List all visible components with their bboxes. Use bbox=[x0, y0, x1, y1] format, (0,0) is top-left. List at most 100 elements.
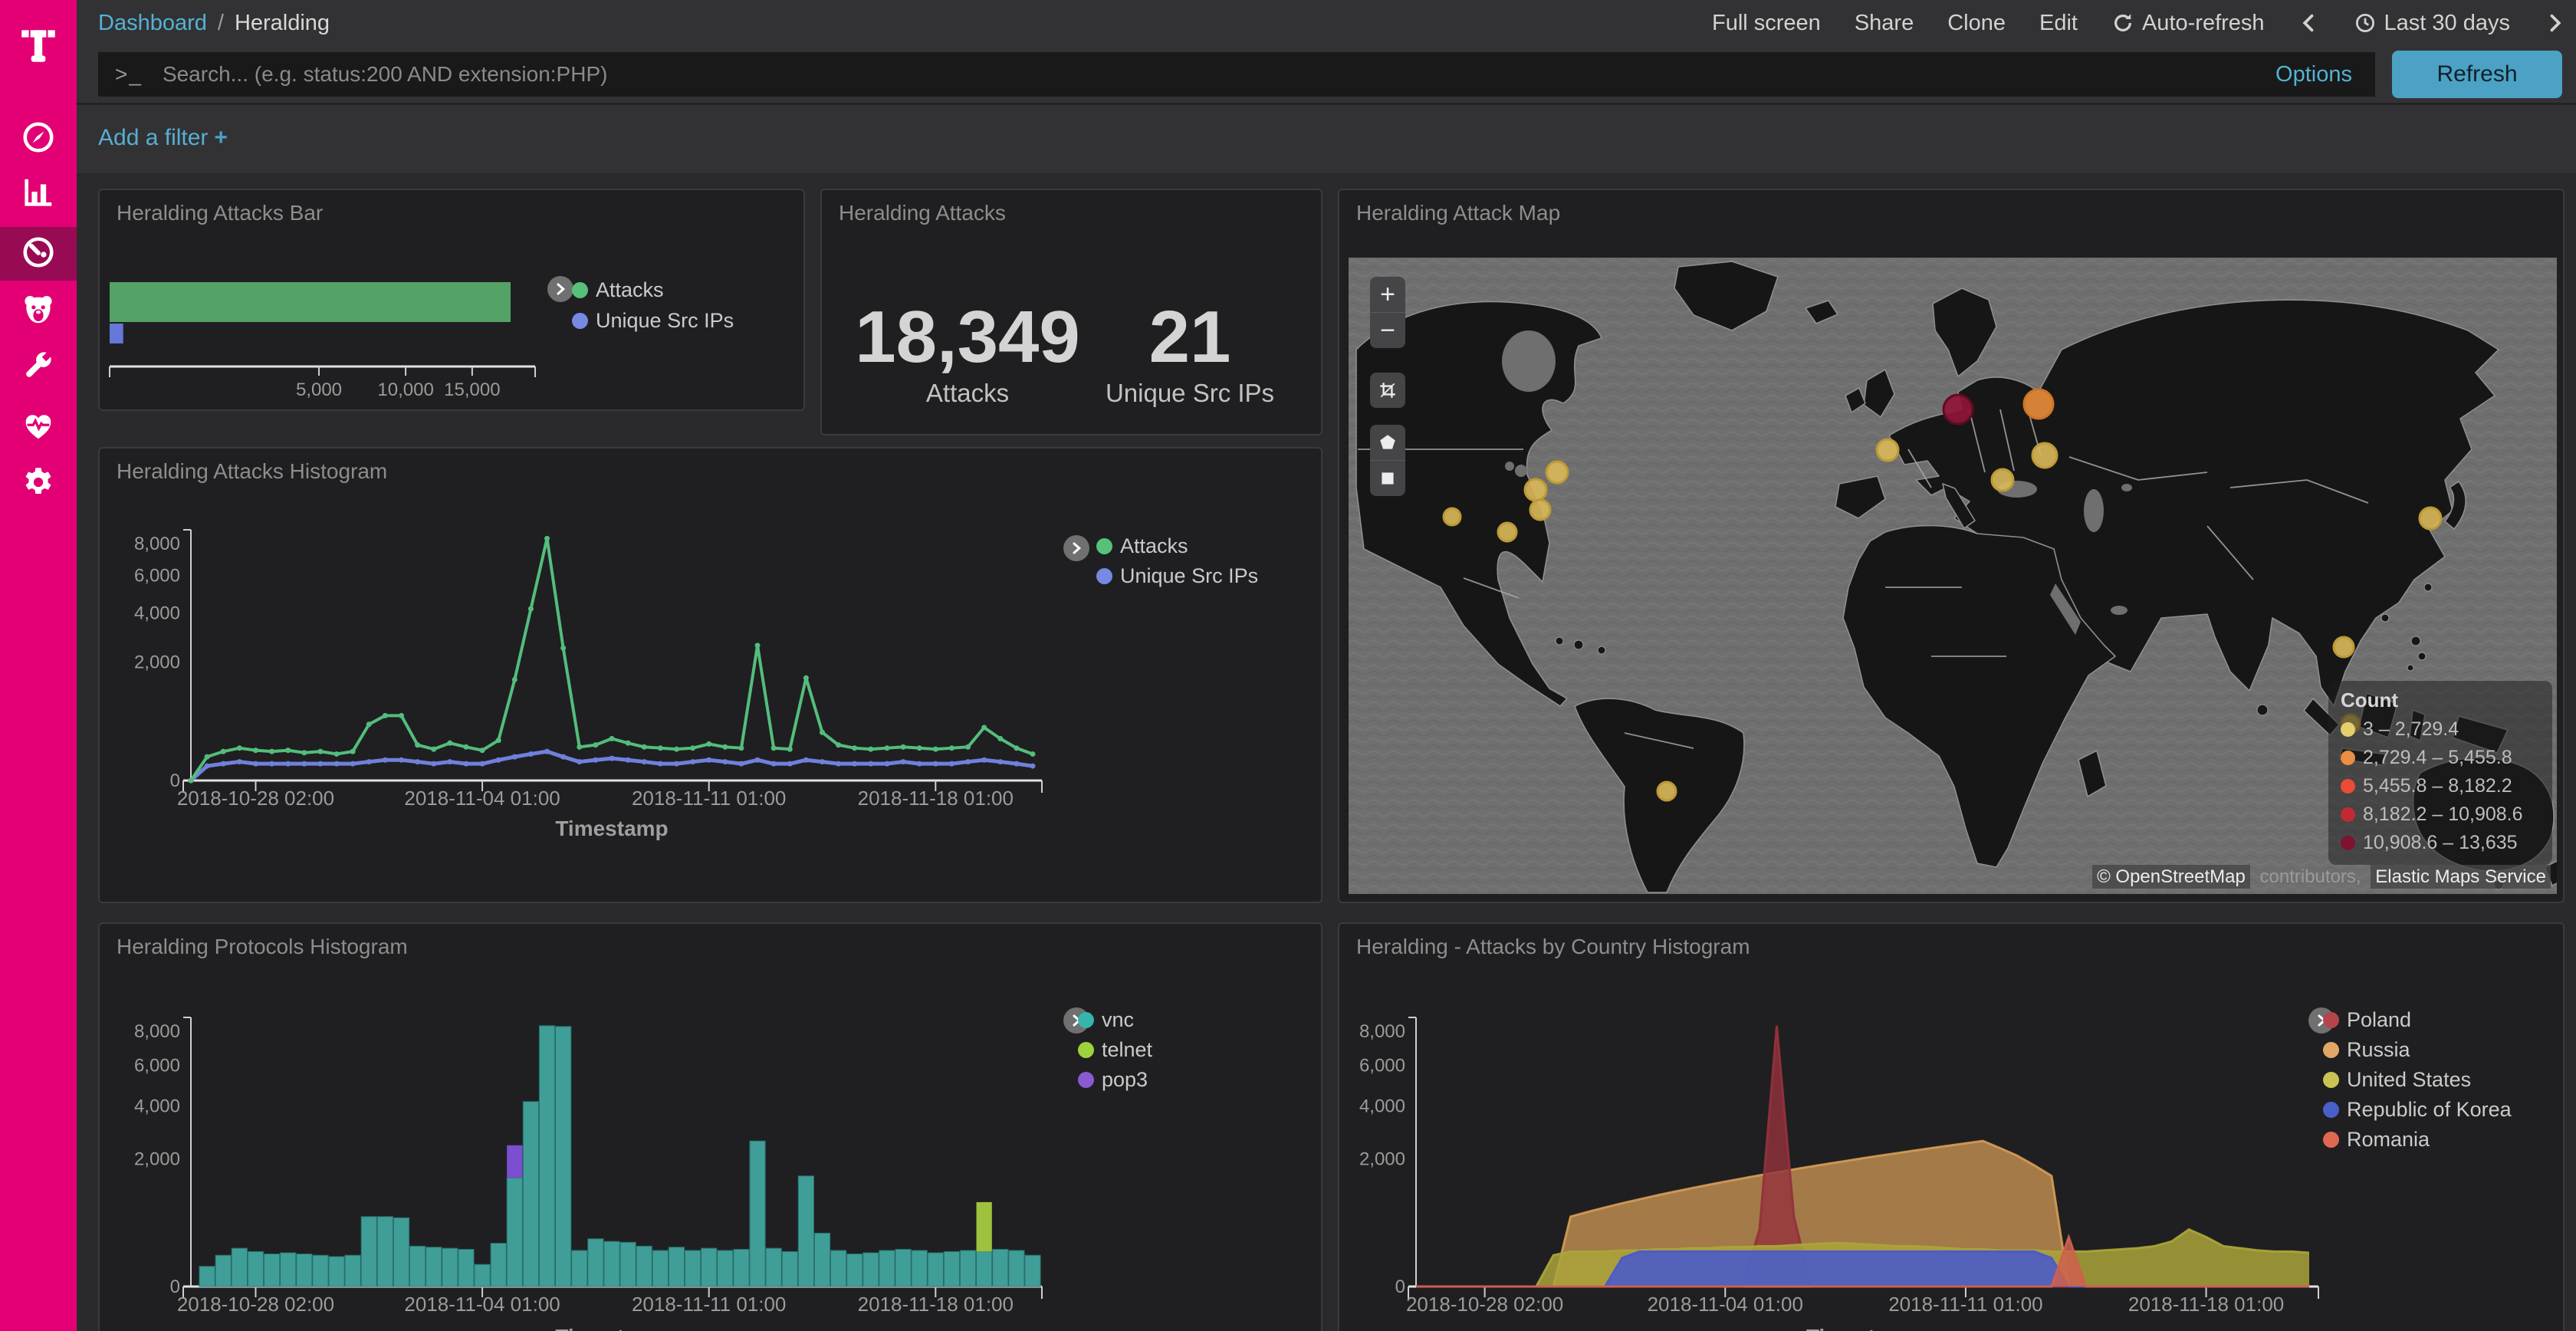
attack-location-circle[interactable] bbox=[1498, 523, 1516, 541]
topnav-edit[interactable]: Edit bbox=[2039, 11, 2078, 36]
legend-range-label: 3 – 2,729.4 bbox=[2363, 718, 2459, 741]
topnav-last-30-days[interactable]: Last 30 days bbox=[2354, 11, 2510, 36]
topnav-auto-refresh[interactable]: Auto-refresh bbox=[2111, 11, 2265, 36]
bear-icon bbox=[20, 291, 57, 332]
sidebar-item-tmobile-logo[interactable] bbox=[0, 12, 77, 80]
legend-item-russia[interactable]: Russia bbox=[2323, 1035, 2512, 1065]
svg-text:2018-11-11 01:00: 2018-11-11 01:00 bbox=[632, 1293, 786, 1316]
svg-text:6,000: 6,000 bbox=[1359, 1056, 1405, 1076]
svg-text:2,000: 2,000 bbox=[134, 652, 180, 673]
attack-location-circle[interactable] bbox=[2420, 508, 2441, 529]
map-legend-item: 10,908.6 – 13,635 bbox=[2341, 829, 2540, 857]
attack-location-circle[interactable] bbox=[1546, 462, 1568, 483]
sidebar-item-visualize[interactable] bbox=[0, 169, 77, 217]
gauge-icon bbox=[21, 235, 56, 274]
legend-item-poland[interactable]: Poland bbox=[2323, 1005, 2512, 1035]
legend-color-dot bbox=[572, 313, 588, 329]
legend-item-unique-src-ips[interactable]: Unique Src IPs bbox=[1096, 561, 1258, 591]
breadcrumb: Dashboard / Heralding bbox=[98, 0, 330, 46]
svg-text:Timestamp: Timestamp bbox=[1806, 1325, 1919, 1331]
legend-color-dot bbox=[1078, 1072, 1094, 1088]
map-count-legend: Count 3 – 2,729.42,729.4 – 5,455.85,455.… bbox=[2328, 681, 2552, 865]
svg-text:15,000: 15,000 bbox=[444, 380, 500, 400]
attack-location-circle[interactable] bbox=[1525, 479, 1546, 501]
legend-title: Count bbox=[2341, 689, 2540, 712]
breadcrumb-current: Heralding bbox=[235, 11, 330, 36]
legend-item-pop3[interactable]: pop3 bbox=[1078, 1065, 1152, 1095]
elastic-maps-service-link[interactable]: Elastic Maps Service bbox=[2371, 865, 2551, 889]
search-row: >_ Options Refresh bbox=[77, 46, 2576, 103]
attack-location-circle[interactable] bbox=[2032, 443, 2057, 468]
svg-text:4,000: 4,000 bbox=[134, 603, 180, 624]
svg-text:2018-11-04 01:00: 2018-11-04 01:00 bbox=[1648, 1293, 1803, 1316]
topnav-full-screen[interactable]: Full screen bbox=[1712, 11, 1821, 36]
add-filter-link[interactable]: Add a filter+ bbox=[98, 125, 228, 151]
fit-data-bounds-icon[interactable] bbox=[1370, 373, 1405, 408]
legend-color-dot bbox=[2323, 1132, 2339, 1148]
refresh-button[interactable]: Refresh bbox=[2392, 51, 2562, 98]
attack-location-circle[interactable] bbox=[2334, 637, 2354, 657]
attack-location-circle[interactable] bbox=[1877, 439, 1898, 461]
legend-color-dot bbox=[2323, 1042, 2339, 1058]
sidebar-item-dev-tools[interactable] bbox=[0, 343, 77, 390]
sidebar-item-discover[interactable] bbox=[0, 115, 77, 163]
legend-label: Attacks bbox=[1120, 534, 1188, 558]
legend-label: Russia bbox=[2347, 1038, 2410, 1062]
topnav-clone[interactable]: Clone bbox=[1947, 11, 2006, 36]
legend-item-united-states[interactable]: United States bbox=[2323, 1065, 2512, 1095]
svg-text:8,000: 8,000 bbox=[1359, 1021, 1405, 1042]
legend-rows: Poland Russia United StatesRepublic of Kor… bbox=[2323, 1005, 2512, 1155]
legend-label: Romania bbox=[2347, 1128, 2430, 1152]
filter-bar: Add a filter+ bbox=[77, 105, 2576, 173]
attack-location-circle[interactable] bbox=[1658, 782, 1676, 800]
attack-location-circle[interactable] bbox=[1444, 508, 1460, 525]
topnav-label: Share bbox=[1855, 11, 1914, 36]
attack-location-circle[interactable] bbox=[2024, 389, 2053, 419]
draw-rectangle-icon[interactable] bbox=[1370, 460, 1405, 496]
svg-text:5,000: 5,000 bbox=[296, 380, 342, 400]
legend-item-republic-of-korea[interactable]: Republic of Korea bbox=[2323, 1095, 2512, 1125]
breadcrumb-dashboard-link[interactable]: Dashboard bbox=[98, 11, 207, 36]
attack-location-circle[interactable] bbox=[1944, 395, 1973, 424]
legend-expand-icon[interactable] bbox=[1063, 535, 1089, 561]
legend-item-attacks[interactable]: Attacks bbox=[1096, 531, 1258, 561]
add-filter-label: Add a filter bbox=[98, 125, 208, 150]
topnav-share[interactable]: Share bbox=[1855, 11, 1914, 36]
legend-item-telnet[interactable]: telnet bbox=[1078, 1035, 1152, 1065]
legend-item-unique-src-ips[interactable]: Unique Src IPs bbox=[572, 305, 734, 336]
legend-item-vnc[interactable]: vnc bbox=[1078, 1005, 1152, 1035]
legend-item-romania[interactable]: Romania bbox=[2323, 1125, 2512, 1155]
svg-text:2018-11-11 01:00: 2018-11-11 01:00 bbox=[632, 787, 786, 810]
map-attribution: © OpenStreetMap contributors, Elastic Ma… bbox=[2092, 866, 2551, 888]
panel-title: Heralding - Attacks by Country Histogram bbox=[1356, 935, 1750, 959]
svg-text:Timestamp: Timestamp bbox=[555, 1325, 668, 1331]
legend-label: telnet bbox=[1102, 1038, 1152, 1062]
sidebar-item-management[interactable] bbox=[0, 460, 77, 508]
zoom-in-button[interactable]: + bbox=[1370, 277, 1405, 312]
sidebar-item-dashboard[interactable] bbox=[0, 227, 77, 281]
sidebar-item-monitoring[interactable] bbox=[0, 403, 77, 451]
attack-location-circle[interactable] bbox=[1992, 469, 2013, 491]
sidebar-item-t-pot[interactable] bbox=[0, 285, 77, 337]
topnav-chevron-left-icon[interactable] bbox=[2298, 12, 2320, 34]
zoom-out-button[interactable]: − bbox=[1370, 312, 1405, 348]
draw-polygon-icon[interactable] bbox=[1370, 425, 1405, 460]
options-link[interactable]: Options bbox=[2275, 62, 2352, 87]
legend-item-attacks[interactable]: Attacks bbox=[572, 274, 734, 305]
search-input[interactable] bbox=[161, 61, 2275, 87]
panel-country-histogram: Heralding - Attacks by Country Histogram… bbox=[1338, 922, 2564, 1331]
legend-color-dot bbox=[1078, 1012, 1094, 1028]
protocols-histogram-chart[interactable]: 02,0004,0006,0008,0002018-10-28 02:00201… bbox=[100, 924, 1321, 1331]
topnav-label: Last 30 days bbox=[2384, 11, 2510, 36]
map-legend-item: 8,182.2 – 10,908.6 bbox=[2341, 800, 2540, 829]
attacks-histogram-chart[interactable]: 02,0004,0006,0008,0002018-10-28 02:00201… bbox=[100, 449, 1321, 902]
legend-rows: Attacks Unique Src IPs bbox=[1096, 531, 1258, 591]
world-map[interactable]: + − Count 3 – 2,729.42,729.4 – 5,455.85,… bbox=[1349, 258, 2557, 894]
openstreetmap-link[interactable]: © OpenStreetMap bbox=[2092, 865, 2250, 889]
map-legend-item: 3 – 2,729.4 bbox=[2341, 715, 2540, 744]
legend-expand-icon[interactable] bbox=[547, 276, 573, 302]
attack-location-circle[interactable] bbox=[1530, 500, 1550, 520]
svg-text:2018-10-28 02:00: 2018-10-28 02:00 bbox=[1406, 1293, 1563, 1316]
topnav-chevron-right-icon[interactable] bbox=[2544, 12, 2565, 34]
topnav-label: Edit bbox=[2039, 11, 2078, 36]
